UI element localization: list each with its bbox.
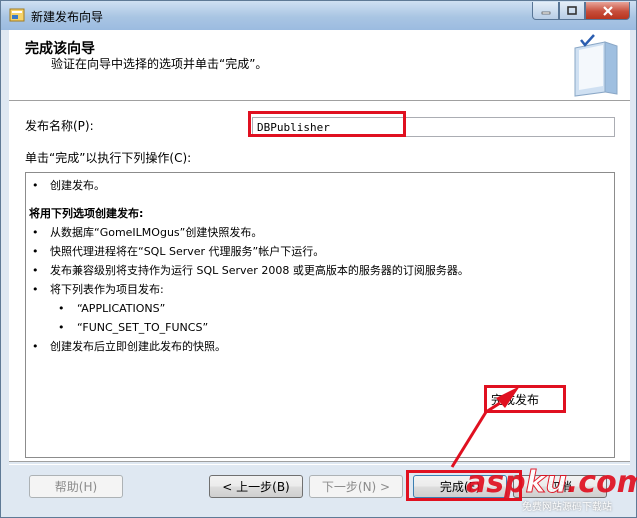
options-heading: 将用下列选项创建发布: (29, 207, 144, 220)
close-icon (602, 5, 613, 16)
list-item: 创建发布。 (29, 176, 614, 195)
article-item: “FUNC_SET_TO_FUNCS” (29, 318, 614, 337)
watermark-brand-accent: ku (525, 465, 567, 501)
list-item: 发布兼容级别将支持作为运行 SQL Server 2008 或更高版本的服务器的… (29, 261, 614, 280)
watermark-domain: .com (566, 465, 637, 500)
wizard-book-icon (574, 34, 618, 97)
list-item: 将下列表作为项目发布: (29, 280, 614, 299)
callout-finish-publish: 完成发布 (484, 385, 566, 413)
watermark-brand: asp (466, 465, 526, 500)
minimize-icon (541, 11, 550, 14)
window-title: 新建发布向导 (31, 10, 104, 24)
help-button[interactable]: 帮助(H) (29, 475, 123, 498)
wizard-header: 完成该向导 验证在向导中选择的选项并单击“完成”。 (9, 30, 630, 101)
maximize-button[interactable] (559, 2, 585, 20)
page-subtitle: 验证在向导中选择的选项并单击“完成”。 (51, 57, 268, 71)
publication-name-label: 发布名称(P): (25, 119, 94, 133)
wizard-window: 新建发布向导 完成该向导 验证在向导中选择的选项并单击“完成”。 发布名称(P)… (0, 0, 637, 518)
article-item: “APPLICATIONS” (29, 299, 614, 318)
app-icon (9, 8, 25, 22)
watermark-tagline: 免费网站源码下载站 (522, 502, 612, 513)
watermark-logo: aspku.com (466, 465, 637, 501)
highlight-publication-name (248, 111, 406, 137)
title-bar[interactable]: 新建发布向导 (1, 1, 636, 30)
close-button[interactable] (585, 2, 630, 20)
list-item: 从数据库“GomeILMOgus”创建快照发布。 (29, 223, 614, 242)
actions-label: 单击“完成”以执行下列操作(C): (25, 151, 192, 165)
minimize-button[interactable] (532, 2, 559, 20)
list-item: 创建发布后立即创建此发布的快照。 (29, 337, 614, 356)
actions-summary[interactable]: 创建发布。 将用下列选项创建发布: 从数据库“GomeILMOgus”创建快照发… (25, 172, 615, 458)
maximize-icon (567, 6, 577, 15)
back-button[interactable]: < 上一步(B) (209, 475, 303, 498)
list-item: 快照代理进程将在“SQL Server 代理服务”帐户下运行。 (29, 242, 614, 261)
next-button[interactable]: 下一步(N) > (309, 475, 403, 498)
